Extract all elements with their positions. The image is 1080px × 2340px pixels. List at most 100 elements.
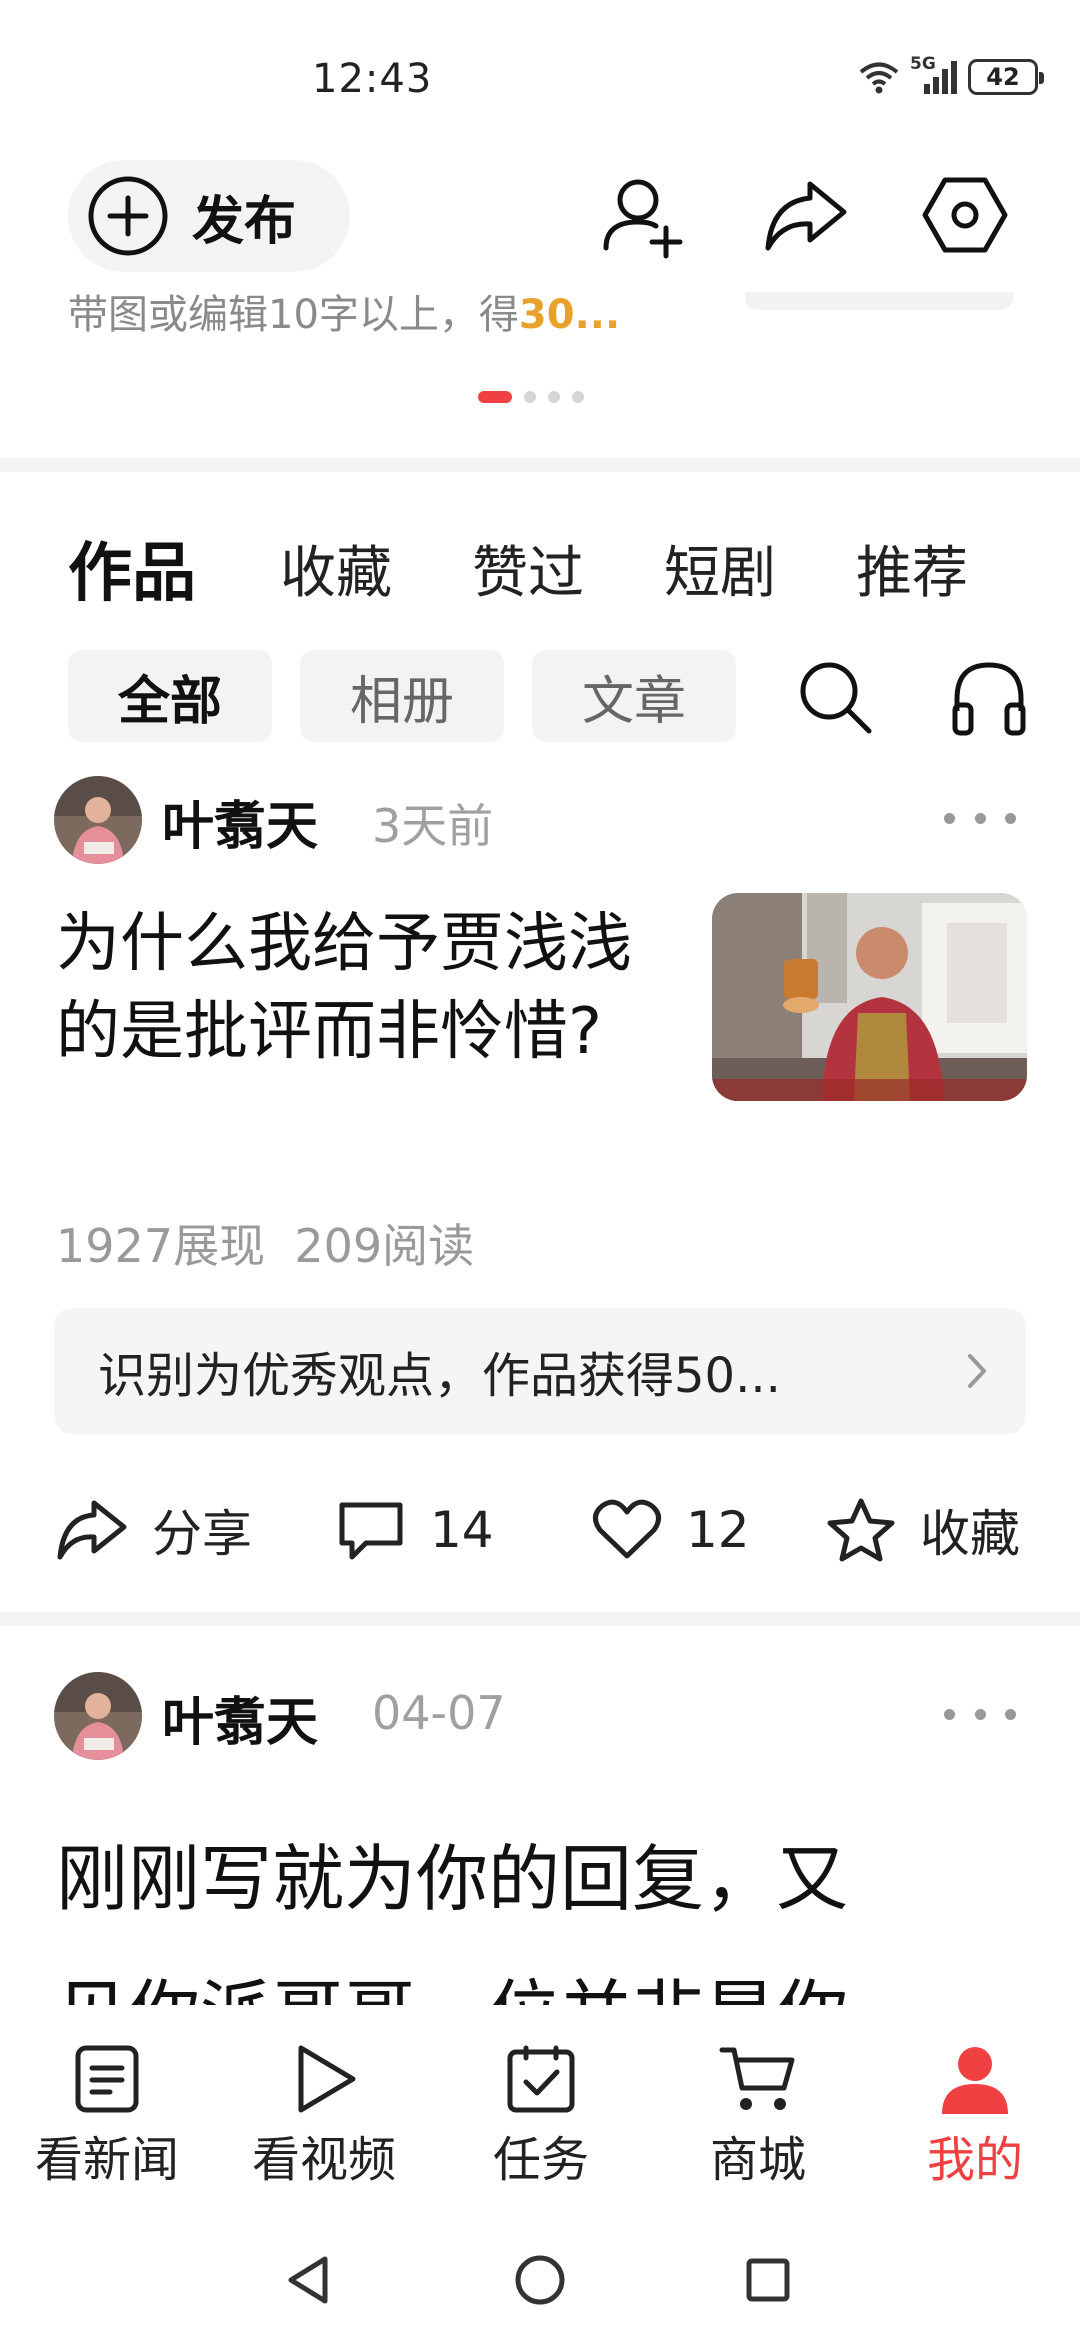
video-play-icon (298, 2045, 356, 2113)
like-count: 12 (686, 1501, 750, 1559)
nav-me[interactable]: 我的 (870, 2042, 1080, 2190)
battery-indicator: 42 (968, 59, 1044, 95)
carousel-dot (524, 391, 536, 403)
bottom-navigation: 看新闻 看视频 任务 商城 我的 (0, 2020, 1080, 2210)
dot (944, 812, 955, 824)
comment-button[interactable]: 14 (336, 1490, 494, 1570)
more-options-button[interactable] (944, 798, 1016, 838)
nav-news[interactable]: 看新闻 (2, 2042, 212, 2190)
post-thumbnail[interactable] (712, 893, 1027, 1101)
avatar-photo (54, 776, 142, 864)
person-icon (942, 2047, 1008, 2114)
comment-count: 14 (430, 1501, 494, 1559)
nav-mall[interactable]: 商城 (653, 2042, 863, 2190)
dot (1005, 1708, 1016, 1720)
recents-button[interactable] (738, 2250, 798, 2310)
nav-tasks[interactable]: 任务 (436, 2042, 646, 2190)
signal-icon: 5G (910, 54, 958, 96)
share-profile-button[interactable] (760, 170, 850, 260)
comment-icon (339, 1502, 403, 1560)
carousel-card-edge (745, 292, 1013, 310)
share-icon (57, 1500, 127, 1560)
filter-article[interactable]: 文章 (532, 650, 736, 742)
post-time: 04-07 (372, 1686, 506, 1740)
nav-video[interactable]: 看视频 (219, 2042, 429, 2190)
heart-icon (593, 1499, 661, 1559)
carousel-dot-active (478, 391, 512, 403)
reads-count: 209阅读 (294, 1219, 475, 1273)
add-user-icon (603, 179, 683, 259)
settings-button[interactable] (920, 170, 1010, 260)
share-button[interactable]: 分享 (54, 1490, 252, 1570)
publish-button[interactable]: 发布 (68, 160, 350, 272)
tab-recommended[interactable]: 推荐 (856, 528, 968, 609)
publish-reward-hint[interactable]: 带图或编辑10字以上，得30... (68, 282, 620, 340)
tab-works[interactable]: 作品 (68, 522, 196, 614)
share-label: 分享 (152, 1505, 252, 1563)
back-button[interactable] (278, 2250, 338, 2310)
wifi-icon (859, 62, 899, 94)
nav-label: 任务 (492, 2132, 589, 2188)
favorite-button[interactable]: 收藏 (826, 1490, 1020, 1570)
carousel-indicator (478, 391, 584, 403)
thumbnail-photo (712, 893, 1027, 1101)
clock: 12:43 (312, 56, 433, 102)
like-button[interactable]: 12 (592, 1490, 750, 1570)
listen-button[interactable] (944, 652, 1034, 742)
dot (974, 812, 986, 824)
notice-text: 识别为优秀观点，作品获得50... (98, 1348, 781, 1404)
more-options-button[interactable] (944, 1694, 1016, 1734)
dot (1005, 812, 1016, 824)
author-name[interactable]: 叶翥天 (162, 784, 318, 859)
filter-album[interactable]: 相册 (300, 650, 504, 742)
star-icon (827, 1498, 895, 1562)
post-title[interactable]: 为什么我给予贾浅浅的是批评而非怜惜? (56, 900, 636, 1076)
nav-label: 我的 (926, 2132, 1023, 2188)
post-title-continued[interactable]: 见你派哥哥一位并非是你 (56, 1955, 848, 2005)
search-icon (800, 662, 872, 734)
author-name[interactable]: 叶翥天 (162, 1680, 318, 1755)
nav-label: 商城 (709, 2132, 806, 2188)
views-count: 1927展现 (56, 1219, 266, 1273)
cart-icon (719, 2047, 795, 2110)
avatar[interactable] (54, 1672, 142, 1760)
recents-square-icon (746, 2258, 790, 2302)
status-bar: 12:43 5G 42 (0, 0, 1080, 150)
back-triangle-icon (288, 2256, 328, 2304)
reward-amount: 30... (518, 292, 621, 338)
task-check-icon (507, 2045, 575, 2113)
add-friend-button[interactable] (598, 170, 688, 260)
post-stats: 1927展现 209阅读 (56, 1210, 474, 1276)
plus-circle-icon (88, 176, 168, 256)
avatar-photo (54, 1672, 142, 1760)
settings-hexagon-icon (922, 177, 1008, 253)
home-circle-icon (515, 2255, 565, 2305)
carousel-dot (572, 391, 584, 403)
dot (974, 1708, 986, 1720)
reward-notice-banner[interactable]: 识别为优秀观点，作品获得50... (54, 1308, 1026, 1434)
headphones-icon (952, 662, 1026, 736)
filter-fade (730, 650, 770, 742)
section-divider (0, 458, 1080, 472)
home-button[interactable] (510, 2250, 570, 2310)
reward-text: 带图或编辑10字以上，得 (68, 292, 519, 338)
section-divider (0, 1612, 1080, 1626)
filter-all[interactable]: 全部 (68, 650, 272, 742)
search-button[interactable] (790, 652, 880, 742)
news-icon (75, 2045, 139, 2113)
avatar[interactable] (54, 776, 142, 864)
status-icons: 5G 42 (858, 54, 1044, 96)
post-title[interactable]: 刚刚写就为你的回复，又 (56, 1820, 848, 1925)
nav-label: 看视频 (251, 2132, 396, 2188)
nav-label: 看新闻 (34, 2132, 179, 2188)
tab-short-drama[interactable]: 短剧 (664, 528, 776, 609)
tab-liked[interactable]: 赞过 (472, 528, 584, 609)
favorite-label: 收藏 (920, 1505, 1020, 1563)
share-arrow-icon (765, 181, 847, 251)
publish-label: 发布 (192, 191, 297, 252)
tab-favorites[interactable]: 收藏 (280, 528, 392, 609)
chevron-right-icon (968, 1354, 986, 1388)
carousel-dot (548, 391, 560, 403)
post-time: 3天前 (372, 799, 494, 853)
dot (944, 1708, 955, 1720)
